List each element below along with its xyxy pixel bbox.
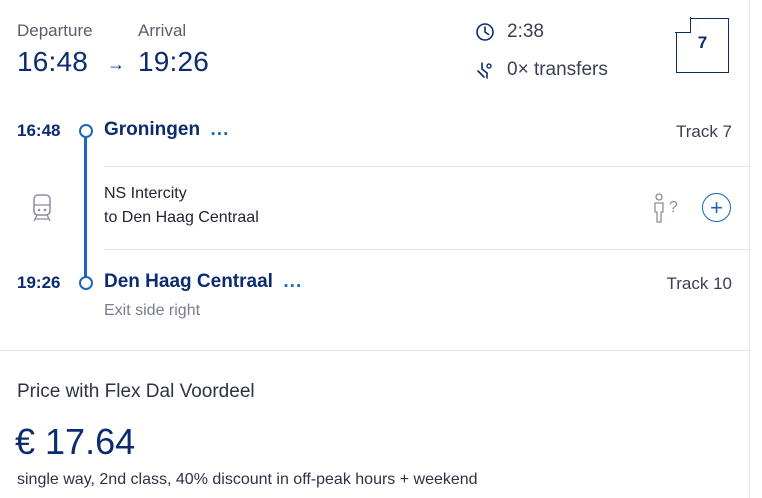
price-label: Price with Flex Dal Voordeel <box>17 381 255 402</box>
divider <box>104 249 749 250</box>
arrival-stop-name[interactable]: Den Haag Centraal <box>104 271 273 292</box>
arrow-right-icon: → <box>107 54 125 74</box>
transfers-count: 0× transfers <box>507 59 608 80</box>
arrival-stop-dot <box>79 276 93 290</box>
arrival-time: 19:26 <box>138 46 210 77</box>
price-description: single way, 2nd class, 40% discount in o… <box>17 471 478 488</box>
arrival-stop[interactable]: Den Haag Centraal ... <box>104 271 302 293</box>
service-info: NS Intercity to Den Haag Centraal <box>104 182 259 230</box>
departure-stop-name[interactable]: Groningen <box>104 119 200 140</box>
service-destination: to Den Haag Centraal <box>104 209 259 226</box>
panel-right-border <box>749 0 750 498</box>
section-divider <box>0 350 749 351</box>
arrival-label: Arrival <box>138 21 187 40</box>
departure-track: Track 7 <box>675 122 732 141</box>
route-line <box>84 135 87 281</box>
platform-badge: 7 <box>675 17 729 73</box>
person-icon <box>651 193 667 223</box>
price-value: € 17.64 <box>15 421 136 462</box>
badge-notch <box>675 17 691 33</box>
departure-time: 16:48 <box>17 46 89 77</box>
train-icon <box>30 193 54 223</box>
departure-stop[interactable]: Groningen ... <box>104 119 229 141</box>
departure-stop-time: 16:48 <box>17 121 61 140</box>
arrival-stop-time: 19:26 <box>17 273 61 292</box>
arrival-more-button[interactable]: ... <box>283 271 302 292</box>
divider <box>104 166 749 167</box>
service-type: NS Intercity <box>104 185 187 202</box>
no-transfer-icon <box>475 60 495 80</box>
departure-stop-dot <box>79 124 93 138</box>
duration-value: 2:38 <box>507 21 544 42</box>
departure-label: Departure <box>17 21 93 40</box>
plus-icon: + <box>710 194 723 220</box>
departure-more-button[interactable]: ... <box>211 119 230 140</box>
exit-side-note: Exit side right <box>104 302 201 319</box>
expand-details-button[interactable]: + <box>702 193 731 222</box>
arrival-track: Track 10 <box>666 274 732 293</box>
clock-icon <box>475 22 495 42</box>
crowd-unknown-mark: ? <box>669 199 678 216</box>
platform-badge-number: 7 <box>697 33 708 52</box>
